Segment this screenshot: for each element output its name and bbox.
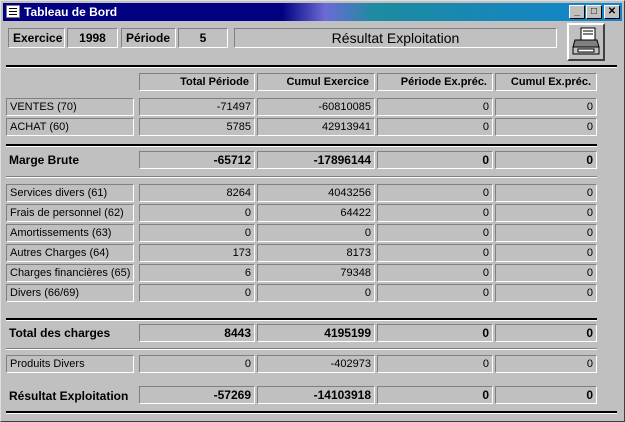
cell-ventes-periode-prec[interactable]: 0 xyxy=(377,98,493,116)
cell-produits-periode-prec[interactable]: 0 xyxy=(377,355,493,373)
cell-marge-periode-prec[interactable]: 0 xyxy=(377,151,493,169)
row-label-ventes: VENTES (70) xyxy=(6,98,134,116)
row-label-resultat: Résultat Exploitation xyxy=(9,389,129,403)
row-label-autres-charges: Autres Charges (64) xyxy=(6,244,134,262)
printer-icon xyxy=(572,27,600,55)
cell-total-charges-periode-prec[interactable]: 0 xyxy=(377,324,493,342)
cell-financieres-cumul-exercice[interactable]: 79348 xyxy=(257,264,375,282)
cell-total-charges-total-periode[interactable]: 8443 xyxy=(139,324,255,342)
cell-ventes-total-periode[interactable]: -71497 xyxy=(139,98,255,116)
cell-achat-cumul-exercice[interactable]: 42913941 xyxy=(257,118,375,136)
col-header-cumul-exercice: Cumul Exercice xyxy=(257,73,375,91)
row-label-charges-financieres: Charges financières (65) xyxy=(6,264,134,282)
cell-produits-cumul-prec[interactable]: 0 xyxy=(495,355,597,373)
cell-divers-cumul-exercice[interactable]: 0 xyxy=(257,284,375,302)
cell-personnel-cumul-prec[interactable]: 0 xyxy=(495,204,597,222)
cell-total-charges-cumul-prec[interactable]: 0 xyxy=(495,324,597,342)
cell-resultat-total-periode[interactable]: -57269 xyxy=(139,386,255,404)
periode-label: Période xyxy=(121,28,176,48)
row-label-divers: Divers (66/69) xyxy=(6,284,134,302)
produits-divider xyxy=(6,348,597,350)
col-header-cumul-prec: Cumul Ex.préc. xyxy=(495,73,597,91)
cell-resultat-periode-prec[interactable]: 0 xyxy=(377,386,493,404)
row-label-personnel: Frais de personnel (62) xyxy=(6,204,134,222)
exercice-label: Exercice xyxy=(8,28,65,48)
cell-achat-total-periode[interactable]: 5785 xyxy=(139,118,255,136)
window-title: Tableau de Bord xyxy=(24,5,118,19)
row-label-produits-divers: Produits Divers xyxy=(6,355,134,373)
cell-marge-cumul-exercice[interactable]: -17896144 xyxy=(257,151,375,169)
cell-ventes-cumul-exercice[interactable]: -60810085 xyxy=(257,98,375,116)
cell-divers-total-periode[interactable]: 0 xyxy=(139,284,255,302)
minimize-icon: _ xyxy=(574,6,580,17)
cell-services-periode-prec[interactable]: 0 xyxy=(377,184,493,202)
cell-autres-total-periode[interactable]: 173 xyxy=(139,244,255,262)
dashboard-window: Tableau de Bord _ □ ✕ Exercice 1998 Péri… xyxy=(0,0,625,422)
col-header-total-periode: Total Période xyxy=(139,73,255,91)
cell-financieres-cumul-prec[interactable]: 0 xyxy=(495,264,597,282)
cell-services-total-periode[interactable]: 8264 xyxy=(139,184,255,202)
header-divider xyxy=(6,65,617,68)
row-label-amortissements: Amortissements (63) xyxy=(6,224,134,242)
cell-autres-cumul-exercice[interactable]: 8173 xyxy=(257,244,375,262)
cell-personnel-periode-prec[interactable]: 0 xyxy=(377,204,493,222)
cell-amort-cumul-prec[interactable]: 0 xyxy=(495,224,597,242)
cell-autres-cumul-prec[interactable]: 0 xyxy=(495,244,597,262)
cell-marge-total-periode[interactable]: -65712 xyxy=(139,151,255,169)
maximize-icon: □ xyxy=(590,6,598,17)
cell-personnel-cumul-exercice[interactable]: 64422 xyxy=(257,204,375,222)
cell-ventes-cumul-prec[interactable]: 0 xyxy=(495,98,597,116)
cell-financieres-total-periode[interactable]: 6 xyxy=(139,264,255,282)
periode-value[interactable]: 5 xyxy=(178,28,228,48)
cell-achat-periode-prec[interactable]: 0 xyxy=(377,118,493,136)
cell-total-charges-cumul-exercice[interactable]: 4195199 xyxy=(257,324,375,342)
cell-services-cumul-exercice[interactable]: 4043256 xyxy=(257,184,375,202)
form-icon[interactable] xyxy=(6,5,20,18)
close-button[interactable]: ✕ xyxy=(604,5,620,19)
cell-personnel-total-periode[interactable]: 0 xyxy=(139,204,255,222)
cell-amort-total-periode[interactable]: 0 xyxy=(139,224,255,242)
cell-resultat-cumul-exercice[interactable]: -14103918 xyxy=(257,386,375,404)
cell-marge-cumul-prec[interactable]: 0 xyxy=(495,151,597,169)
cell-achat-cumul-prec[interactable]: 0 xyxy=(495,118,597,136)
row-label-total-charges: Total des charges xyxy=(9,326,111,340)
report-title: Résultat Exploitation xyxy=(234,28,557,48)
col-header-periode-prec: Période Ex.préc. xyxy=(377,73,493,91)
cell-autres-periode-prec[interactable]: 0 xyxy=(377,244,493,262)
footer-divider xyxy=(6,411,617,414)
cell-financieres-periode-prec[interactable]: 0 xyxy=(377,264,493,282)
cell-divers-periode-prec[interactable]: 0 xyxy=(377,284,493,302)
exercice-value[interactable]: 1998 xyxy=(67,28,118,48)
row-label-marge-brute: Marge Brute xyxy=(9,153,80,167)
cell-produits-total-periode[interactable]: 0 xyxy=(139,355,255,373)
row-label-services: Services divers (61) xyxy=(6,184,134,202)
print-button[interactable] xyxy=(567,23,605,61)
title-bar[interactable]: Tableau de Bord _ □ ✕ xyxy=(3,3,622,21)
cell-produits-cumul-exercice[interactable]: -402973 xyxy=(257,355,375,373)
cell-amort-cumul-exercice[interactable]: 0 xyxy=(257,224,375,242)
cell-resultat-cumul-prec[interactable]: 0 xyxy=(495,386,597,404)
marge-divider xyxy=(6,144,597,147)
cell-services-cumul-prec[interactable]: 0 xyxy=(495,184,597,202)
cell-amort-periode-prec[interactable]: 0 xyxy=(377,224,493,242)
charges-divider xyxy=(6,176,597,178)
close-icon: ✕ xyxy=(607,6,617,17)
cell-divers-cumul-prec[interactable]: 0 xyxy=(495,284,597,302)
row-label-achat: ACHAT (60) xyxy=(6,118,134,136)
maximize-button[interactable]: □ xyxy=(586,5,602,19)
total-divider xyxy=(6,318,597,321)
minimize-button[interactable]: _ xyxy=(569,5,585,19)
